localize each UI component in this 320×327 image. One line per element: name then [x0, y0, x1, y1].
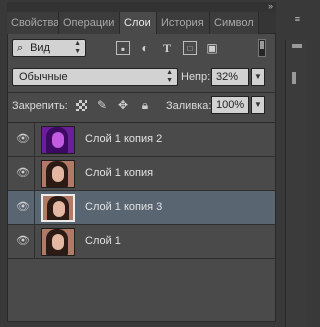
type-filter-icon[interactable]: T	[160, 41, 174, 55]
panel-menu-icon[interactable]: ≡	[295, 14, 300, 24]
shape-filter-icon[interactable]: □	[183, 41, 197, 55]
divider	[34, 123, 35, 157]
adjustment-filter-icon[interactable]: ◐	[138, 41, 152, 55]
tab-layers[interactable]: Слои	[120, 12, 157, 34]
layer-row-selected[interactable]: 👁︎ Слой 1 копия 3	[8, 191, 275, 225]
layer-thumbnail	[41, 228, 75, 256]
select-arrows-icon: ▲ ▼	[74, 40, 81, 55]
divider	[8, 92, 275, 93]
tab-properties[interactable]: Свойства	[7, 12, 59, 34]
divider	[34, 191, 35, 225]
lock-brush-icon[interactable]: ✎	[95, 98, 109, 112]
layer-thumbnail	[41, 194, 75, 222]
eye-icon[interactable]: 👁︎	[16, 236, 30, 247]
lock-move-icon[interactable]: ✥	[116, 98, 130, 112]
opacity-dropdown-button[interactable]: ▼	[251, 68, 265, 86]
opacity-input[interactable]: 32%	[211, 68, 249, 86]
layer-filter-row: ⌕ Вид ▲ ▼ ▪ ◐ T □ ▣	[8, 38, 275, 60]
layer-row[interactable]: 👁︎ Слой 1	[8, 225, 275, 259]
layer-name: Слой 1	[85, 235, 121, 247]
collapse-icon[interactable]: »	[268, 1, 273, 11]
lock-transparency-icon[interactable]	[76, 100, 87, 111]
select-arrows-icon: ▲ ▼	[166, 69, 173, 84]
fill-input[interactable]: 100%	[211, 96, 249, 114]
tab-history[interactable]: История	[157, 12, 210, 34]
lock-all-icon[interactable]: 🔒︎	[138, 98, 152, 112]
fill-dropdown-button[interactable]: ▼	[251, 96, 265, 114]
layer-thumbnail	[41, 126, 75, 154]
lock-label: Закрепить:	[12, 100, 68, 112]
fill-label: Заливка:	[166, 100, 212, 112]
panel-tabs: Свойства Операции Слои История Символ	[7, 12, 276, 34]
panel-top-bar[interactable]: »	[7, 1, 276, 12]
blend-mode-select[interactable]: Обычные ▲ ▼	[12, 68, 178, 86]
blend-mode-value: Обычные	[19, 71, 68, 83]
app-frame: » Свойства Операции Слои История Символ …	[0, 0, 306, 327]
lock-row: Закрепить: ✎ ✥ 🔒︎ Заливка: 100% ▼	[8, 95, 275, 117]
filter-kind-label: Вид	[30, 42, 50, 54]
layer-name: Слой 1 копия	[85, 167, 154, 179]
layer-row[interactable]: 👁︎ Слой 1 копия	[8, 157, 275, 191]
divider	[34, 225, 35, 259]
tab-character[interactable]: Символ	[210, 12, 259, 34]
smart-object-filter-icon[interactable]: ▣	[205, 41, 219, 55]
dock-handle-icon[interactable]	[292, 44, 302, 48]
layers-list: 👁︎ Слой 1 копия 2 👁︎ Слой 1 копия 👁︎ Сло…	[8, 122, 275, 259]
divider	[34, 157, 35, 191]
layer-row[interactable]: 👁︎ Слой 1 копия 2	[8, 123, 275, 157]
opacity-label: Непр:	[181, 71, 211, 83]
image-filter-icon[interactable]: ▪	[116, 41, 130, 56]
filter-kind-select[interactable]: ⌕ Вид ▲ ▼	[12, 39, 86, 57]
dock-handle-icon[interactable]	[292, 72, 296, 84]
blend-row: Обычные ▲ ▼ Непр: 32% ▼	[8, 67, 275, 89]
search-icon: ⌕	[17, 42, 24, 54]
tab-actions[interactable]: Операции	[59, 12, 120, 34]
filter-toggle[interactable]	[258, 39, 266, 57]
eye-icon[interactable]: 👁︎	[16, 168, 30, 179]
eye-icon[interactable]: 👁︎	[16, 202, 30, 213]
layer-name: Слой 1 копия 3	[85, 201, 163, 213]
layer-name: Слой 1 копия 2	[85, 133, 163, 145]
eye-icon[interactable]: 👁︎	[16, 134, 30, 145]
layer-thumbnail	[41, 160, 75, 188]
side-dock	[285, 40, 306, 327]
